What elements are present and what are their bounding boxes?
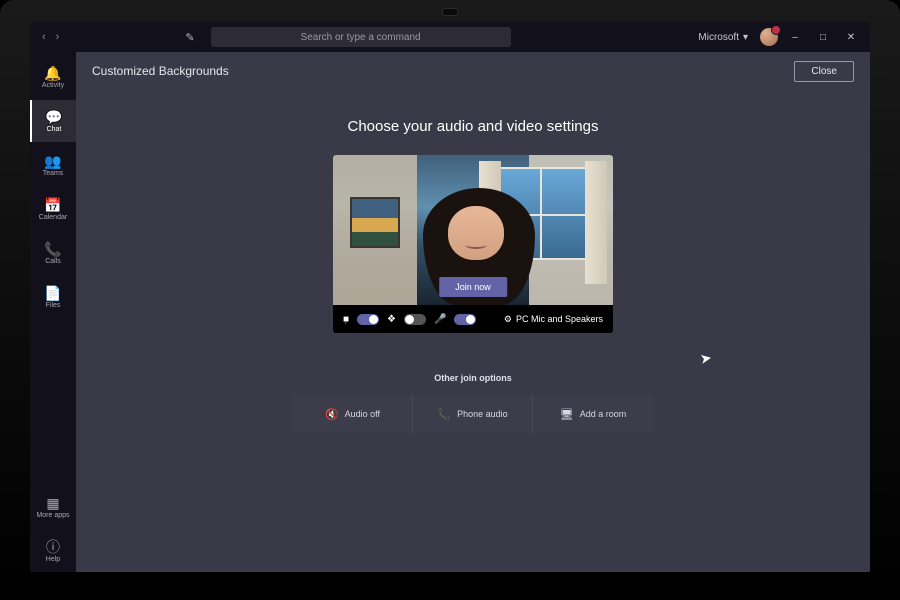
device-selector[interactable]: ⚙ PC Mic and Speakers: [504, 314, 603, 325]
person-face: [448, 206, 504, 260]
pane-header: Customized Backgrounds Close: [76, 52, 870, 90]
video-preview-card: Join now ■̣ ❖ 🎤 ⚙ PC Mic and Speakers: [333, 155, 613, 333]
main-pane: Customized Backgrounds Close Choose your…: [76, 52, 870, 572]
opt-label: Add a room: [580, 409, 627, 419]
app-window: ‹ › ✎ Search or type a command Microsoft…: [30, 22, 870, 572]
audio-off-icon: 🔇: [325, 408, 339, 421]
add-room-option[interactable]: 🖥 Add a room: [533, 395, 653, 433]
rail-label: Activity: [42, 82, 64, 89]
background-fx-toggle[interactable]: [404, 314, 426, 325]
rail-chat[interactable]: 💬 Chat: [30, 100, 76, 142]
audio-off-option[interactable]: 🔇 Audio off: [293, 395, 413, 433]
forward-button[interactable]: ›: [56, 31, 60, 43]
history-nav: ‹ ›: [42, 31, 59, 43]
rail-label: Teams: [43, 170, 64, 177]
settings-heading: Choose your audio and video settings: [347, 118, 598, 135]
file-icon: 📄: [44, 286, 61, 300]
compose-icon[interactable]: ✎: [185, 31, 194, 44]
rail-label: Calendar: [39, 214, 67, 221]
page-title: Customized Backgrounds: [92, 64, 229, 78]
help-icon: ⓘ: [46, 540, 60, 554]
mic-icon: 🎤: [434, 314, 446, 325]
background-curtain: [585, 161, 607, 284]
room-icon: 🖥: [560, 408, 574, 421]
chevron-down-icon: ▾: [743, 32, 748, 43]
gear-icon: ⚙: [504, 314, 512, 325]
app-rail: 🔔 Activity 💬 Chat 👥 Teams 📅 Calendar 📞: [30, 52, 76, 572]
rail-teams[interactable]: 👥 Teams: [30, 144, 76, 186]
background-fx-icon: ❖: [387, 314, 396, 325]
phone-icon: 📞: [437, 408, 451, 421]
join-now-button[interactable]: Join now: [439, 277, 507, 297]
rail-calls[interactable]: 📞 Calls: [30, 232, 76, 274]
search-input[interactable]: Search or type a command: [211, 27, 511, 47]
rail-activity[interactable]: 🔔 Activity: [30, 56, 76, 98]
opt-label: Phone audio: [457, 409, 508, 419]
chat-icon: 💬: [45, 110, 62, 124]
avatar[interactable]: [760, 28, 778, 46]
rail-files[interactable]: 📄 Files: [30, 276, 76, 318]
device-label: PC Mic and Speakers: [516, 314, 603, 324]
bell-icon: 🔔: [44, 66, 61, 80]
phone-icon: 📞: [44, 242, 61, 256]
mic-toggle[interactable]: [454, 314, 476, 325]
close-button[interactable]: Close: [794, 61, 854, 82]
video-preview: Join now: [333, 155, 613, 305]
tablet-camera: [442, 8, 458, 16]
maximize-button[interactable]: □: [812, 32, 834, 43]
prejoin-content: Choose your audio and video settings Joi…: [76, 90, 870, 572]
apps-icon: ▦: [46, 496, 59, 510]
preview-controls: ■̣ ❖ 🎤 ⚙ PC Mic and Speakers: [333, 305, 613, 333]
other-join-options: 🔇 Audio off 📞 Phone audio 🖥 Add a room: [293, 395, 653, 433]
camera-icon: ■̣: [343, 314, 349, 325]
rail-calendar[interactable]: 📅 Calendar: [30, 188, 76, 230]
rail-label: Calls: [45, 258, 61, 265]
rail-help[interactable]: ⓘ Help: [30, 530, 76, 572]
minimize-button[interactable]: –: [784, 32, 806, 43]
calendar-icon: 📅: [44, 198, 61, 212]
rail-label: Files: [46, 302, 61, 309]
tablet-bezel: ‹ › ✎ Search or type a command Microsoft…: [0, 0, 900, 600]
opt-label: Audio off: [345, 409, 380, 419]
phone-audio-option[interactable]: 📞 Phone audio: [413, 395, 533, 433]
rail-label: More apps: [36, 512, 69, 519]
org-label: Microsoft: [698, 32, 739, 43]
rail-label: Chat: [47, 126, 62, 133]
rail-label: Help: [46, 556, 60, 563]
teams-icon: 👥: [44, 154, 61, 168]
close-window-button[interactable]: ✕: [840, 32, 862, 43]
back-button[interactable]: ‹: [42, 31, 46, 43]
rail-more-apps[interactable]: ▦ More apps: [30, 486, 76, 528]
background-art: [350, 197, 400, 248]
camera-toggle[interactable]: [357, 314, 379, 325]
org-switcher[interactable]: Microsoft ▾: [698, 32, 748, 43]
titlebar: ‹ › ✎ Search or type a command Microsoft…: [30, 22, 870, 52]
other-options-label: Other join options: [434, 373, 512, 383]
